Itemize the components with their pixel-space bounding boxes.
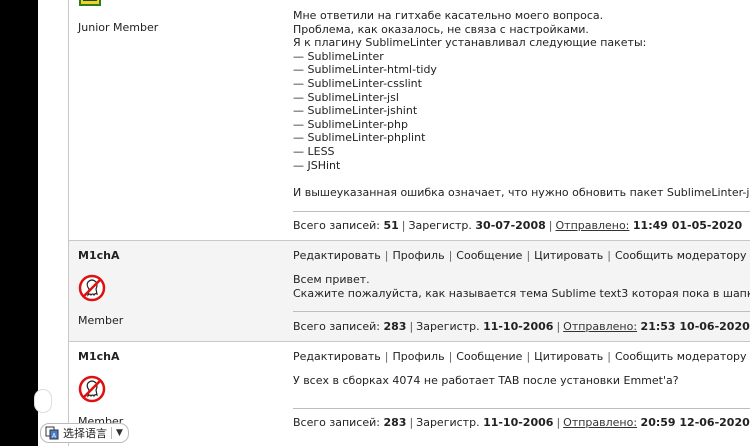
- registered-date: 11-10-2006: [483, 320, 554, 333]
- posts-count: 283: [383, 416, 407, 429]
- posts-count-label: Всего записей:: [293, 416, 380, 429]
- ghostbusters-avatar-icon: [78, 375, 106, 403]
- post-1: Junior Member Мне ответили на гитхабе ка…: [69, 0, 750, 241]
- action-separator: |: [448, 249, 453, 262]
- post-actions: Редактировать | Профиль | Сообщение | Цитирова…: [293, 350, 747, 363]
- forum-thread: Junior Member Мне ответили на гитхабе ка…: [68, 0, 750, 446]
- post-3: M1chA Member Редактировать | Профиль | Сообщ…: [69, 342, 750, 446]
- ghostbusters-avatar-icon: [78, 274, 106, 302]
- posts-count-label: Всего записей:: [293, 320, 380, 333]
- message-line: — SublimeLinter-html-tidy: [293, 63, 437, 77]
- registered-label: Зарегистр.: [416, 416, 480, 429]
- registered-date: 11-10-2006: [483, 416, 554, 429]
- sent-link[interactable]: Отправлено:: [556, 219, 630, 232]
- message-line: Проблема, как оказалось, не связа с наст…: [293, 22, 589, 36]
- message-line: [293, 172, 750, 186]
- action-separator: |: [448, 350, 453, 363]
- message-line: — SublimeLinter-phplint: [293, 131, 426, 145]
- profile-link[interactable]: Профиль: [393, 249, 445, 262]
- message-line: Я к плагину SublimeLinter устанавливал с…: [293, 36, 647, 50]
- post-2: M1chA Member Редактировать | Профиль | Сообщ…: [69, 241, 750, 341]
- language-selector[interactable]: A 选择语言 ▼: [40, 423, 129, 443]
- message-line: — LESS: [293, 144, 335, 158]
- message-line: И вышеуказанная ошибка означает, что нуж…: [293, 185, 750, 199]
- author-rank: Member: [78, 314, 124, 327]
- message-link[interactable]: Сообщение: [456, 249, 522, 262]
- edit-link[interactable]: Редактировать: [293, 249, 381, 262]
- profile-link[interactable]: Профиль: [393, 350, 445, 363]
- sent-link[interactable]: Отправлено:: [563, 416, 637, 429]
- post-meta: Всего записей: 283 | Зарегистр. 11-10-2006…: [293, 320, 750, 333]
- message-line: — SublimeLinter-jsl: [293, 90, 399, 104]
- author-name[interactable]: M1chA: [78, 350, 119, 363]
- quote-link[interactable]: Цитировать: [534, 249, 603, 262]
- edit-link[interactable]: Редактировать: [293, 350, 381, 363]
- side-circle-button[interactable]: [34, 389, 52, 413]
- registered-date: 30-07-2008: [475, 219, 546, 232]
- message-line: У всех в сборках 4074 не работает TAB по…: [293, 374, 679, 387]
- message-line: — JSHint: [293, 158, 341, 172]
- footer-divider: [293, 408, 750, 409]
- sent-datetime: 20:59 12-06-2020: [640, 416, 750, 429]
- sent-link[interactable]: Отправлено:: [563, 320, 637, 333]
- message-line: — SublimeLinter: [293, 49, 384, 63]
- message-body: У всех в сборках 4074 не работает TAB по…: [293, 374, 679, 388]
- action-separator: |: [526, 350, 531, 363]
- registered-label: Зарегистр.: [416, 320, 480, 333]
- meta-separator: |: [548, 219, 553, 232]
- author-rank: Junior Member: [78, 21, 159, 34]
- message-body: Мне ответили на гитхабе касательно моего…: [293, 9, 750, 199]
- language-divider: [111, 427, 112, 439]
- message-body: Всем привет. Скажите пожалуйста, как назы…: [293, 273, 750, 300]
- language-label: 选择语言: [63, 427, 107, 440]
- footer-divider: [293, 211, 750, 212]
- post-meta: Всего записей: 283 | Зарегистр. 11-10-2006…: [293, 416, 750, 429]
- message-line: — SublimeLinter-csslint: [293, 76, 422, 90]
- chevron-down-icon[interactable]: ▼: [116, 428, 123, 438]
- folder-avatar-icon: [79, 0, 101, 6]
- meta-separator: |: [401, 219, 406, 232]
- report-link[interactable]: Сообщить модератору: [615, 249, 747, 262]
- meta-separator: |: [556, 416, 561, 429]
- meta-separator: |: [556, 320, 561, 333]
- message-line: — SublimeLinter-php: [293, 117, 408, 131]
- registered-label: Зарегистр.: [408, 219, 472, 232]
- posts-count: 51: [383, 219, 399, 232]
- report-link[interactable]: Сообщить модератору: [615, 350, 747, 363]
- posts-count-label: Всего записей:: [293, 219, 380, 232]
- action-separator: |: [607, 249, 611, 262]
- translate-icon: A: [45, 426, 59, 440]
- post-meta: Всего записей: 51 | Зарегистр. 30-07-2008 |…: [293, 219, 742, 232]
- post-actions: Редактировать | Профиль | Сообщение | Цитирова…: [293, 249, 747, 262]
- sent-datetime: 21:53 10-06-2020: [640, 320, 750, 333]
- author-name[interactable]: M1chA: [78, 249, 119, 262]
- sent-datetime: 11:49 01-05-2020: [632, 219, 743, 232]
- message-line: Скажите пожалуйста, как называется тема …: [293, 286, 750, 300]
- action-separator: |: [384, 350, 389, 363]
- action-separator: |: [607, 350, 611, 363]
- message-line: Всем привет.: [293, 273, 370, 286]
- posts-count: 283: [383, 320, 407, 333]
- meta-separator: |: [409, 320, 414, 333]
- message-line: — SublimeLinter-jshint: [293, 104, 418, 118]
- quote-link[interactable]: Цитировать: [534, 350, 603, 363]
- left-black-strip: [0, 0, 38, 446]
- action-separator: |: [526, 249, 531, 262]
- message-link[interactable]: Сообщение: [456, 350, 522, 363]
- footer-divider: [293, 311, 750, 312]
- meta-separator: |: [409, 416, 414, 429]
- message-line: Мне ответили на гитхабе касательно моего…: [293, 9, 604, 22]
- action-separator: |: [384, 249, 389, 262]
